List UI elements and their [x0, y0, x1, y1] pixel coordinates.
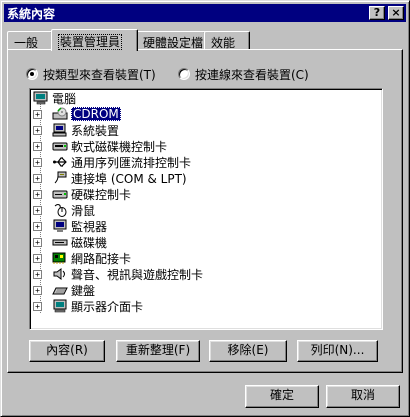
display-adapter-icon [53, 299, 67, 313]
help-button[interactable]: ? [369, 6, 385, 20]
tree-item-disk-drives[interactable]: + 磁碟機 [33, 234, 108, 250]
tree-root-label: 電腦 [52, 91, 77, 106]
tree-item-keyboard[interactable]: + 鍵盤 [33, 282, 96, 298]
tree-item-mouse[interactable]: + 滑鼠 [33, 202, 96, 218]
print-button[interactable]: 列印(N)... [297, 340, 378, 362]
tree-item-monitors[interactable]: + 監視器 [33, 218, 108, 234]
expand-icon[interactable]: + [33, 302, 42, 311]
window-title: 系統內容 [7, 6, 56, 21]
tab-general-label: 一般 [14, 36, 39, 50]
expand-icon[interactable]: + [33, 190, 42, 199]
radio-by-type[interactable]: 按類型來查看裝置(T) [26, 66, 156, 82]
remove-button[interactable]: 移除(E) [209, 340, 287, 362]
tab-performance-label: 效能 [211, 36, 236, 50]
radio-by-connection[interactable]: 按連線來查看裝置(C) [178, 66, 309, 82]
tab-device-manager-label: 裝置管理員 [58, 34, 123, 50]
expand-icon[interactable]: + [33, 158, 42, 167]
tree-item-label: 硬碟控制卡 [71, 187, 132, 202]
title-bar[interactable]: 系統內容 ? × [4, 4, 406, 22]
radio-by-type-button[interactable] [26, 68, 38, 80]
radio-by-connection-label: 按連線來查看裝置(C) [195, 67, 309, 82]
expand-icon[interactable]: + [33, 110, 42, 119]
cdrom-icon [52, 107, 68, 120]
expand-icon[interactable]: + [33, 270, 42, 279]
tree-item-cdrom[interactable]: + CDROM [33, 106, 121, 122]
tree-item-label: 滑鼠 [71, 203, 96, 218]
tree-item-ports[interactable]: + 連接埠 (COM & LPT) [33, 170, 187, 186]
tree-item-label: 顯示器介面卡 [71, 299, 144, 314]
radio-by-type-label: 按類型來查看裝置(T) [43, 67, 156, 82]
hdd-controller-icon [52, 190, 68, 199]
computer-icon [33, 91, 48, 105]
tree-item-label: 監視器 [71, 219, 108, 234]
tree-item-label: 系統裝置 [71, 123, 120, 138]
tree-item-label: 通用序列匯流排控制卡 [71, 155, 192, 170]
refresh-button[interactable]: 重新整理(F) [116, 340, 200, 362]
tree-item-label: 磁碟機 [71, 235, 108, 250]
radio-by-connection-button[interactable] [178, 68, 190, 80]
floppy-controller-icon [52, 142, 68, 151]
expand-icon[interactable]: + [33, 254, 42, 263]
tree-item-label: 軟式磁碟機控制卡 [71, 139, 168, 154]
tree-item-sound-video-game[interactable]: + 聲音、視訊與遊戲控制卡 [33, 266, 204, 282]
tree-item-display-adapters[interactable]: + 顯示器介面卡 [33, 298, 144, 314]
tree-item-label: CDROM [71, 107, 121, 121]
expand-icon[interactable]: + [33, 206, 42, 215]
disk-drive-icon [52, 239, 68, 246]
sound-icon [53, 268, 65, 280]
tree-item-label: 鍵盤 [71, 283, 96, 298]
port-icon [54, 171, 67, 184]
close-button[interactable]: × [388, 6, 404, 20]
tree-item-label: 聲音、視訊與遊戲控制卡 [71, 267, 204, 282]
tree-root[interactable]: 電腦 [33, 90, 76, 106]
mouse-icon [54, 204, 67, 217]
tab-hardware-profiles-label: 硬體設定檔 [143, 36, 204, 50]
tab-general[interactable]: 一般 [7, 31, 53, 50]
tree-item-system-devices[interactable]: + 系統裝置 [33, 122, 120, 138]
expand-icon[interactable]: + [33, 286, 42, 295]
monitor-icon [53, 219, 67, 232]
tab-hardware-profiles[interactable]: 硬體設定檔 [136, 31, 206, 50]
tree-item-network-adapters[interactable]: + 網路配接卡 [33, 250, 132, 266]
system-device-icon [52, 123, 67, 137]
cancel-button[interactable]: 取消 [326, 385, 400, 408]
ok-button[interactable]: 確定 [245, 385, 319, 408]
expand-icon[interactable]: + [33, 142, 42, 151]
expand-icon[interactable]: + [33, 238, 42, 247]
tree-item-label: 網路配接卡 [71, 251, 132, 266]
network-adapter-icon [52, 252, 66, 264]
tree-item-hdd-controllers[interactable]: + 硬碟控制卡 [33, 186, 132, 202]
tab-performance[interactable]: 效能 [204, 31, 250, 50]
expand-icon[interactable]: + [33, 222, 42, 231]
tree-item-floppy-controllers[interactable]: + 軟式磁碟機控制卡 [33, 138, 168, 154]
keyboard-icon [52, 287, 68, 295]
tree-item-label: 連接埠 (COM & LPT) [71, 171, 187, 186]
expand-icon[interactable]: + [33, 126, 42, 135]
device-tree[interactable]: 電腦 + CDROM + 系統裝置 + 軟式磁碟機控制卡 + 通用序列匯流排控制… [29, 88, 383, 330]
usb-icon [53, 157, 67, 167]
properties-button[interactable]: 內容(R) [29, 340, 105, 362]
tab-device-manager[interactable]: 裝置管理員 [51, 29, 138, 51]
expand-icon[interactable]: + [33, 174, 42, 183]
tree-item-usb-controllers[interactable]: + 通用序列匯流排控制卡 [33, 154, 192, 170]
